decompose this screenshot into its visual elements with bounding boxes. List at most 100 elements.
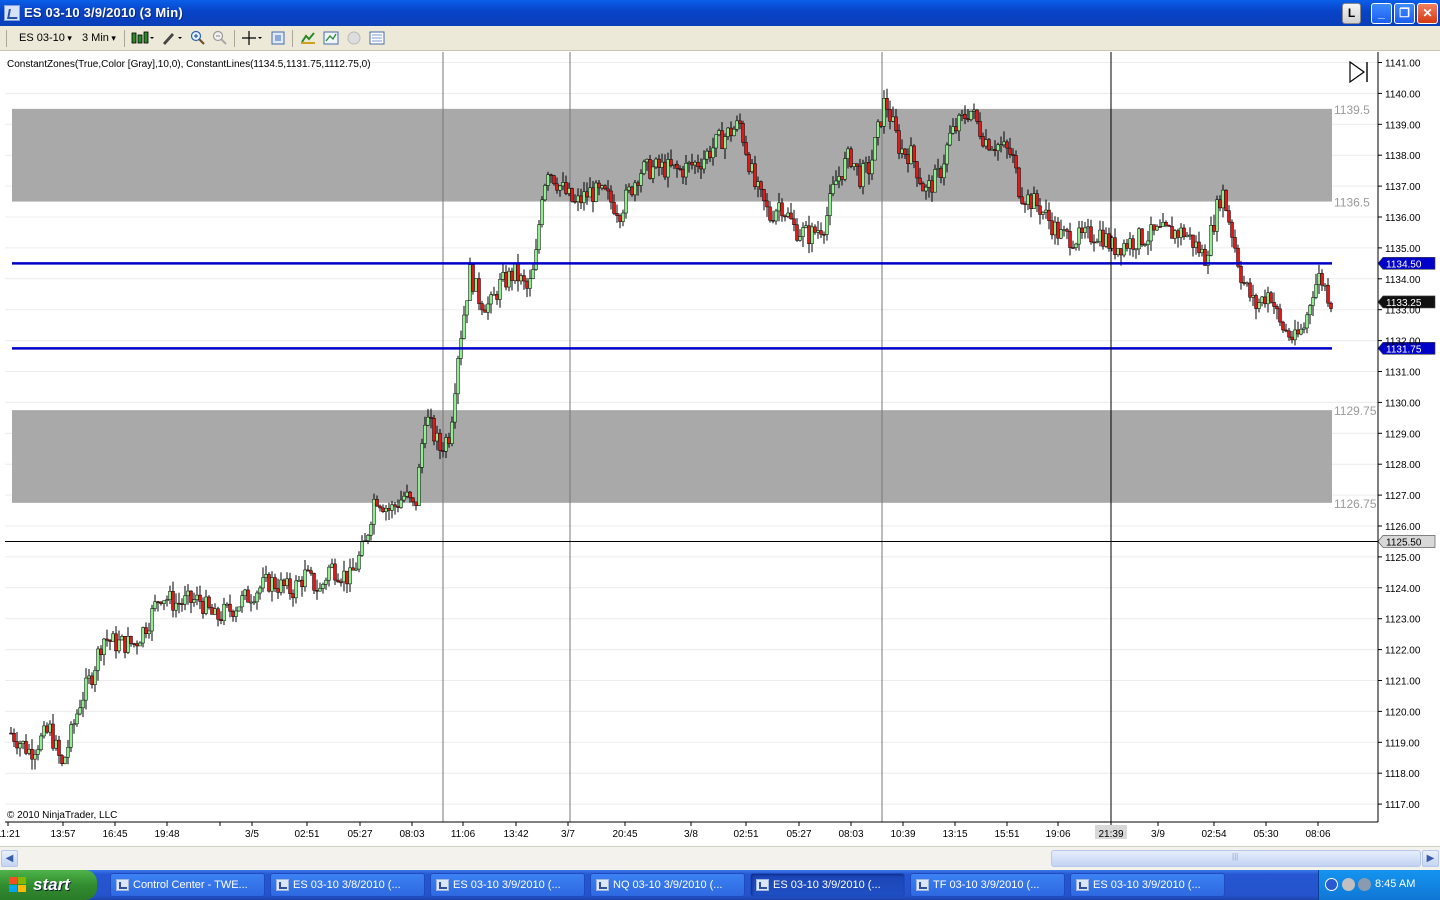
candle-down: [768, 206, 772, 221]
candle-up: [1299, 328, 1303, 335]
candle-down: [1281, 321, 1285, 331]
candle-up: [801, 227, 805, 237]
time-tick-label: 3/9: [1151, 829, 1165, 840]
price-tick-label: 1120.00: [1385, 707, 1421, 718]
candle-down: [762, 189, 766, 202]
price-chart[interactable]: 1139.5 1136.5 1129.75 1126.75 1134.50 1131.7…: [0, 52, 1440, 845]
taskbar-button[interactable]: ES 03-10 3/9/2010 (...: [750, 873, 905, 897]
tray-expand-icon[interactable]: [1325, 878, 1338, 891]
candle-down: [495, 294, 499, 300]
candle-up: [390, 504, 394, 511]
candle-down: [387, 508, 391, 511]
candle-up: [39, 735, 43, 750]
properties-icon[interactable]: [270, 30, 286, 46]
horizontal-scrollbar[interactable]: ◀ ▶: [0, 846, 1440, 870]
chart-app-icon[interactable]: [4, 5, 20, 21]
close-button[interactable]: ✕: [1417, 3, 1438, 24]
constant-zone: [12, 108, 1332, 202]
chart-window-icon: [596, 879, 609, 891]
candle-down: [597, 182, 601, 189]
candle-down: [1320, 273, 1324, 286]
maximize-button[interactable]: ❐: [1394, 3, 1415, 24]
drawing-tool-icon[interactable]: [160, 30, 184, 46]
candle-up: [426, 416, 430, 426]
candle-up: [444, 437, 448, 452]
candle-down: [1017, 167, 1021, 198]
taskbar-button[interactable]: NQ 03-10 3/9/2010 (...: [590, 873, 745, 897]
windows-taskbar: start Control Center - TWE... ES 03-10 3/…: [0, 870, 1440, 900]
interval-selector[interactable]: 3 Min: [82, 30, 116, 47]
candle-down: [897, 130, 901, 154]
data-box-icon[interactable]: [346, 30, 362, 46]
scroll-left-icon[interactable]: ◀: [1, 850, 18, 867]
candle-up: [1173, 230, 1177, 239]
candle-down: [180, 603, 184, 605]
scroll-right-icon[interactable]: ▶: [1422, 850, 1439, 867]
start-button[interactable]: start: [0, 870, 97, 900]
taskbar-button[interactable]: Control Center - TWE...: [110, 873, 265, 897]
network-icon[interactable]: [1342, 878, 1355, 891]
candle-down: [1224, 189, 1228, 211]
chart-trader-icon[interactable]: [369, 30, 385, 46]
candle-up: [1257, 302, 1261, 309]
candle-down: [414, 501, 418, 506]
candle-down: [1047, 209, 1051, 221]
candle-up: [204, 596, 208, 614]
chart-window-icon: [276, 879, 289, 891]
link-button[interactable]: L: [1342, 3, 1361, 24]
candle-up: [192, 599, 196, 603]
volume-icon[interactable]: [1358, 878, 1371, 891]
candle-up: [909, 145, 913, 164]
taskbar-button[interactable]: ES 03-10 3/9/2010 (...: [430, 873, 585, 897]
candle-down: [1329, 302, 1333, 309]
candle-down: [663, 161, 667, 178]
candle-down: [207, 596, 211, 608]
candle-up: [660, 161, 664, 168]
candle-down: [510, 270, 514, 281]
candle-up: [984, 139, 988, 147]
candle-down: [12, 732, 16, 742]
crosshair-icon[interactable]: [240, 30, 264, 46]
candle-up: [1179, 227, 1183, 238]
candle-down: [90, 675, 94, 685]
candle-down: [1233, 237, 1237, 249]
scrollbar-thumb[interactable]: [1051, 850, 1421, 867]
taskbar-button[interactable]: ES 03-10 3/9/2010 (...: [1070, 873, 1225, 897]
candle-down: [60, 755, 64, 764]
candle-up: [639, 173, 643, 186]
candle-up: [1122, 243, 1126, 256]
zoom-in-icon[interactable]: [190, 30, 206, 46]
indicators-icon[interactable]: [323, 30, 339, 46]
minimize-button[interactable]: _: [1371, 3, 1392, 24]
candle-down: [729, 127, 733, 137]
title-bar[interactable]: ES 03-10 3/9/2010 (3 Min) L _ ❐ ✕: [0, 0, 1440, 26]
chart-style-icon[interactable]: [130, 30, 154, 46]
scroll-to-end-icon[interactable]: [1349, 60, 1368, 84]
candle-up: [750, 163, 754, 172]
taskbar-button[interactable]: ES 03-10 3/8/2010 (...: [270, 873, 425, 897]
candle-up: [654, 158, 658, 168]
candle-up: [1098, 229, 1102, 243]
candle-down: [1239, 265, 1243, 283]
toolbar-separator: [292, 30, 293, 47]
candle-up: [327, 566, 331, 581]
strategy-icon[interactable]: [300, 30, 316, 46]
chart-canvas[interactable]: 1139.5 1136.5 1129.75 1126.75 1134.501131.7…: [0, 52, 1440, 845]
candle-up: [492, 294, 496, 296]
candle-down: [615, 213, 619, 216]
candle-down: [1056, 221, 1060, 239]
time-tick-label: 16:45: [102, 829, 127, 840]
taskbar-button[interactable]: TF 03-10 3/9/2010 (...: [910, 873, 1065, 897]
candle-up: [195, 594, 199, 600]
candle-up: [1188, 234, 1192, 237]
constant-line-label: 1134.50: [1386, 259, 1422, 270]
zoom-out-icon[interactable]: [212, 30, 228, 46]
candle-down: [744, 142, 748, 155]
candle-up: [42, 725, 46, 737]
candle-up: [33, 754, 37, 760]
candle-up: [489, 294, 493, 305]
instrument-selector[interactable]: ES 03-10: [19, 30, 72, 47]
candle-up: [1134, 248, 1138, 251]
candle-down: [606, 188, 610, 192]
candle-up: [399, 499, 403, 508]
